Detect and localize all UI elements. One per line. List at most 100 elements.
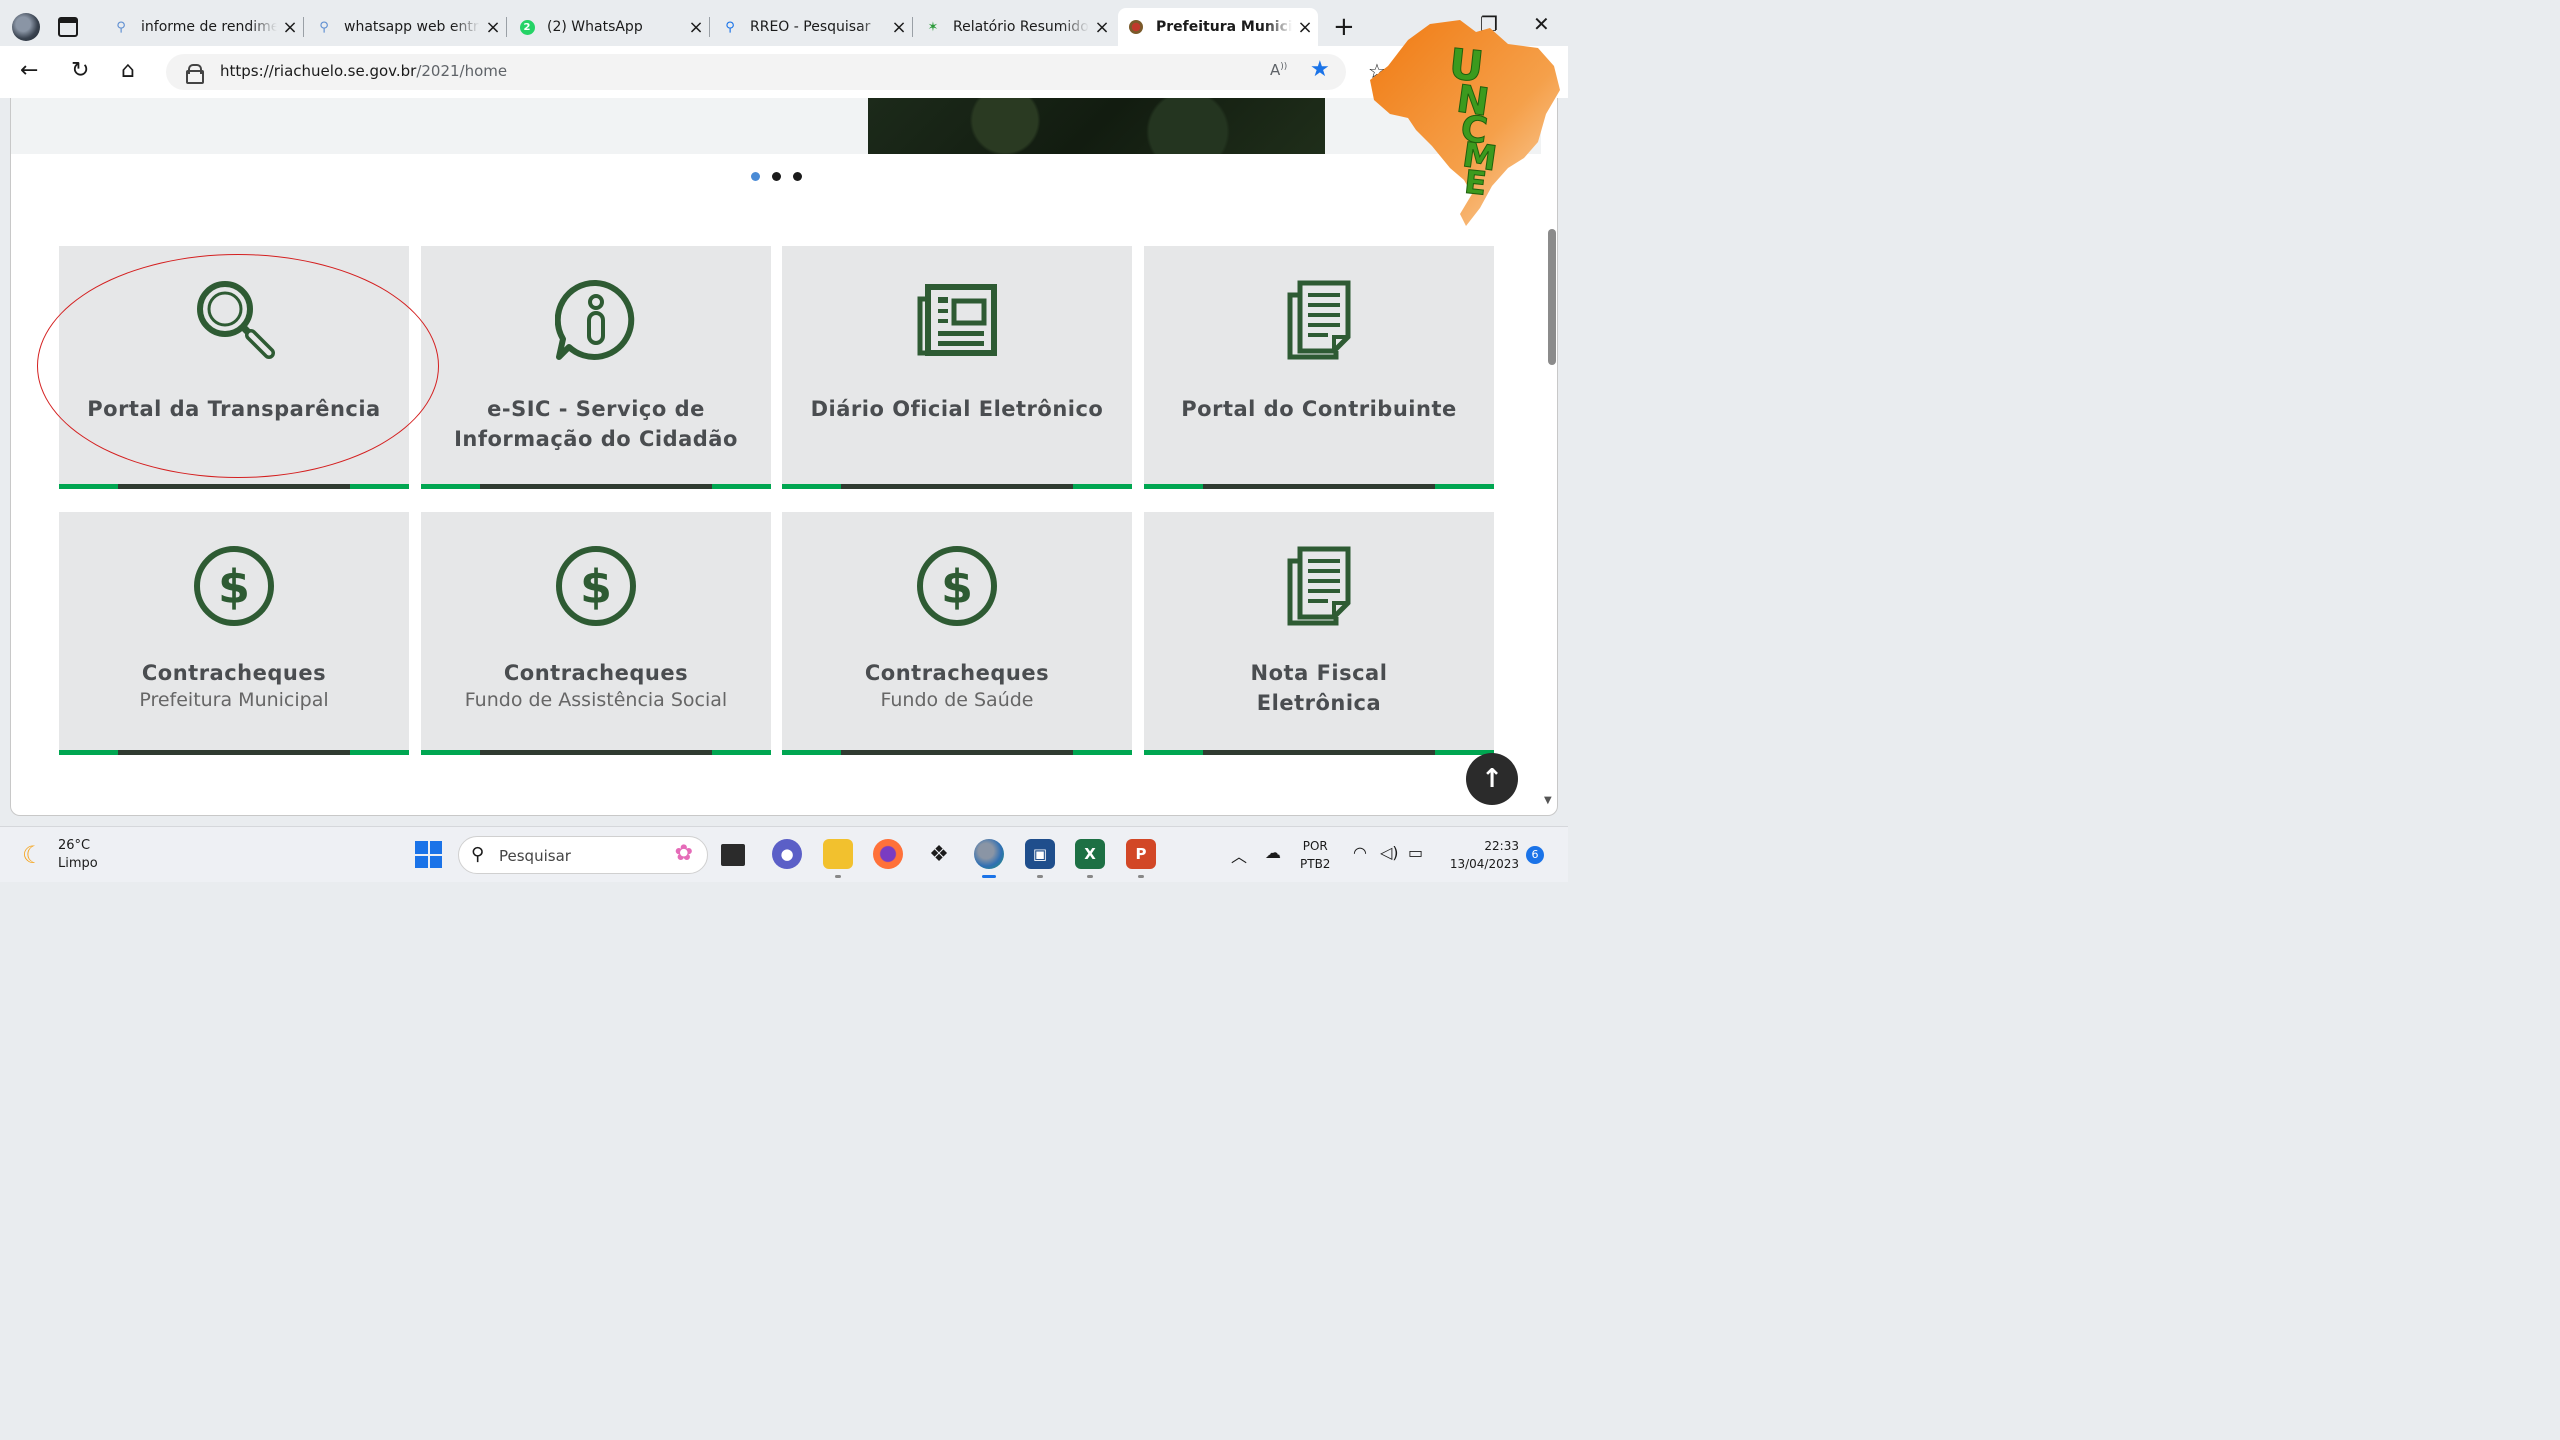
system-clock[interactable]: 22:33 13/04/2023 — [1444, 837, 1519, 873]
close-window-icon[interactable]: ✕ — [1533, 12, 1550, 36]
tab-actions-icon[interactable] — [58, 17, 78, 37]
card-contracheques-saude[interactable]: $ Contracheques Fundo de Saúde — [782, 512, 1132, 755]
card-accent-bar — [782, 484, 1132, 489]
favorites-icon[interactable]: ☆ — [1368, 59, 1386, 83]
temperature: 26°C — [58, 838, 91, 853]
home-icon[interactable]: ⌂ — [121, 58, 135, 83]
profile-avatar[interactable] — [12, 13, 40, 41]
weather-widget[interactable]: 26°C Limpo — [58, 837, 98, 873]
scroll-thumb[interactable] — [1548, 229, 1556, 365]
teams-chat-icon[interactable]: ● — [772, 839, 802, 869]
network-app-icon[interactable]: ▣ — [1025, 839, 1055, 878]
card-title: Contracheques — [503, 661, 689, 685]
favorite-star-icon[interactable]: ★ — [1310, 57, 1330, 82]
tab-whatsapp-search[interactable]: ⚲ whatsapp web entrar × — [306, 8, 507, 46]
lock-icon[interactable] — [186, 64, 204, 84]
card-esic[interactable]: e-SIC - Serviço de Informação do Cidadão — [421, 246, 771, 489]
card-title: Nota Fiscal Eletrônica — [1250, 661, 1388, 715]
file-explorer-icon[interactable] — [823, 839, 853, 878]
back-arrow-icon[interactable]: ← — [20, 58, 38, 83]
dropbox-icon[interactable]: ❖ — [924, 839, 954, 869]
windows-start-icon[interactable] — [415, 841, 442, 868]
carousel-dot[interactable] — [751, 172, 760, 181]
page-scrollbar[interactable] — [1545, 98, 1557, 815]
card-subtitle: Fundo de Assistência Social — [464, 689, 728, 711]
dollar-icon: $ — [917, 546, 997, 626]
tab-title: (2) WhatsApp — [547, 19, 643, 35]
tab-whatsapp[interactable]: 2 (2) WhatsApp × — [509, 8, 710, 46]
card-portal-contribuinte[interactable]: Portal do Contribuinte — [1144, 246, 1494, 489]
address-bar[interactable]: https://riachuelo.se.gov.br/2021/home A)… — [166, 54, 1346, 90]
dollar-icon: $ — [194, 546, 274, 626]
card-accent-bar — [782, 750, 1132, 755]
newspaper-icon — [917, 284, 997, 356]
tab-relatorio[interactable]: ✶ Relatório Resumido d × — [915, 8, 1115, 46]
magnifier-icon — [197, 281, 275, 359]
svg-text:$: $ — [580, 560, 612, 614]
site-icon — [1128, 19, 1144, 35]
close-tab-icon[interactable]: × — [480, 17, 506, 38]
read-aloud-icon[interactable]: A)) — [1270, 61, 1287, 79]
card-title: Contracheques — [864, 661, 1050, 685]
refresh-icon[interactable]: ↻ — [71, 58, 89, 83]
svg-text:$: $ — [218, 560, 250, 614]
card-portal-transparencia[interactable]: Portal da Transparência — [59, 246, 409, 489]
scroll-down-arrow-icon[interactable]: ▼ — [1544, 795, 1552, 806]
card-accent-bar — [59, 484, 409, 489]
card-accent-bar — [1144, 750, 1494, 755]
new-tab-button[interactable]: + — [1333, 12, 1355, 42]
card-contracheques-prefeitura[interactable]: $ Contracheques Prefeitura Municipal — [59, 512, 409, 755]
notification-badge[interactable]: 6 — [1526, 846, 1544, 864]
documents-icon — [1287, 280, 1351, 360]
close-tab-icon[interactable]: × — [277, 17, 303, 38]
tab-title: Prefeitura Municipal — [1156, 19, 1292, 35]
wifi-icon[interactable]: ◠ — [1353, 843, 1367, 862]
restore-window-icon[interactable]: ❐ — [1480, 12, 1498, 36]
flower-icon: ✿ — [674, 841, 693, 866]
search-icon: ⚲ — [116, 19, 126, 35]
svg-text:$: $ — [941, 560, 973, 614]
carousel-dot[interactable] — [793, 172, 802, 181]
tab-informe[interactable]: ⚲ informe de rendimen × — [103, 8, 304, 46]
card-subtitle: Fundo de Saúde — [880, 689, 1034, 711]
moon-icon[interactable]: ☾ — [22, 841, 44, 869]
powerpoint-icon[interactable]: P — [1126, 839, 1156, 878]
card-title: Portal da Transparência — [87, 397, 381, 421]
input-language[interactable]: POR PTB2 — [1300, 837, 1330, 873]
card-title: Contracheques — [141, 661, 327, 685]
carousel-indicators — [751, 172, 802, 181]
onedrive-cloud-icon[interactable]: ☁ — [1265, 843, 1281, 862]
search-icon: ⚲ — [471, 844, 485, 865]
close-tab-icon[interactable]: × — [1292, 17, 1318, 38]
language-code: POR — [1302, 839, 1328, 853]
show-hidden-icons-chevron-icon[interactable]: ︿ — [1231, 843, 1247, 867]
card-accent-bar — [59, 750, 409, 755]
edge-browser-icon[interactable] — [974, 839, 1004, 878]
banner-image — [868, 98, 1325, 154]
palm-icon: ✶ — [927, 19, 939, 35]
url-text[interactable]: https://riachuelo.se.gov.br/2021/home — [220, 62, 507, 80]
carousel-dot[interactable] — [772, 172, 781, 181]
card-nota-fiscal[interactable]: Nota Fiscal Eletrônica — [1144, 512, 1494, 755]
firefox-icon[interactable] — [873, 839, 903, 869]
card-title: e-SIC - Serviço de Informação do Cidadão — [454, 397, 738, 451]
close-tab-icon[interactable]: × — [683, 17, 709, 38]
card-title: Diário Oficial Eletrônico — [810, 397, 1104, 421]
clock-time: 22:33 — [1484, 839, 1519, 853]
search-icon: ⚲ — [725, 19, 735, 35]
windows-taskbar: ☾ 26°C Limpo ⚲ Pesquisar ✿ ● ❖ ▣ X P ︿ ☁… — [0, 826, 1568, 882]
task-view-icon[interactable] — [721, 844, 745, 866]
excel-icon[interactable]: X — [1075, 839, 1105, 878]
whatsapp-icon: 2 — [519, 19, 535, 35]
search-icon: ⚲ — [319, 19, 329, 35]
battery-icon[interactable]: ▭ — [1408, 843, 1423, 862]
back-to-top-button[interactable]: ↑ — [1466, 753, 1518, 805]
card-diario-oficial[interactable]: Diário Oficial Eletrônico — [782, 246, 1132, 489]
close-tab-icon[interactable]: × — [886, 17, 912, 38]
taskbar-search[interactable]: ⚲ Pesquisar ✿ — [458, 836, 708, 874]
card-contracheques-assistencia[interactable]: $ Contracheques Fundo de Assistência Soc… — [421, 512, 771, 755]
card-accent-bar — [1144, 484, 1494, 489]
close-tab-icon[interactable]: × — [1089, 17, 1115, 38]
tab-rreo[interactable]: ⚲ RREO - Pesquisar × — [712, 8, 913, 46]
volume-icon[interactable]: ◁) — [1380, 843, 1399, 862]
